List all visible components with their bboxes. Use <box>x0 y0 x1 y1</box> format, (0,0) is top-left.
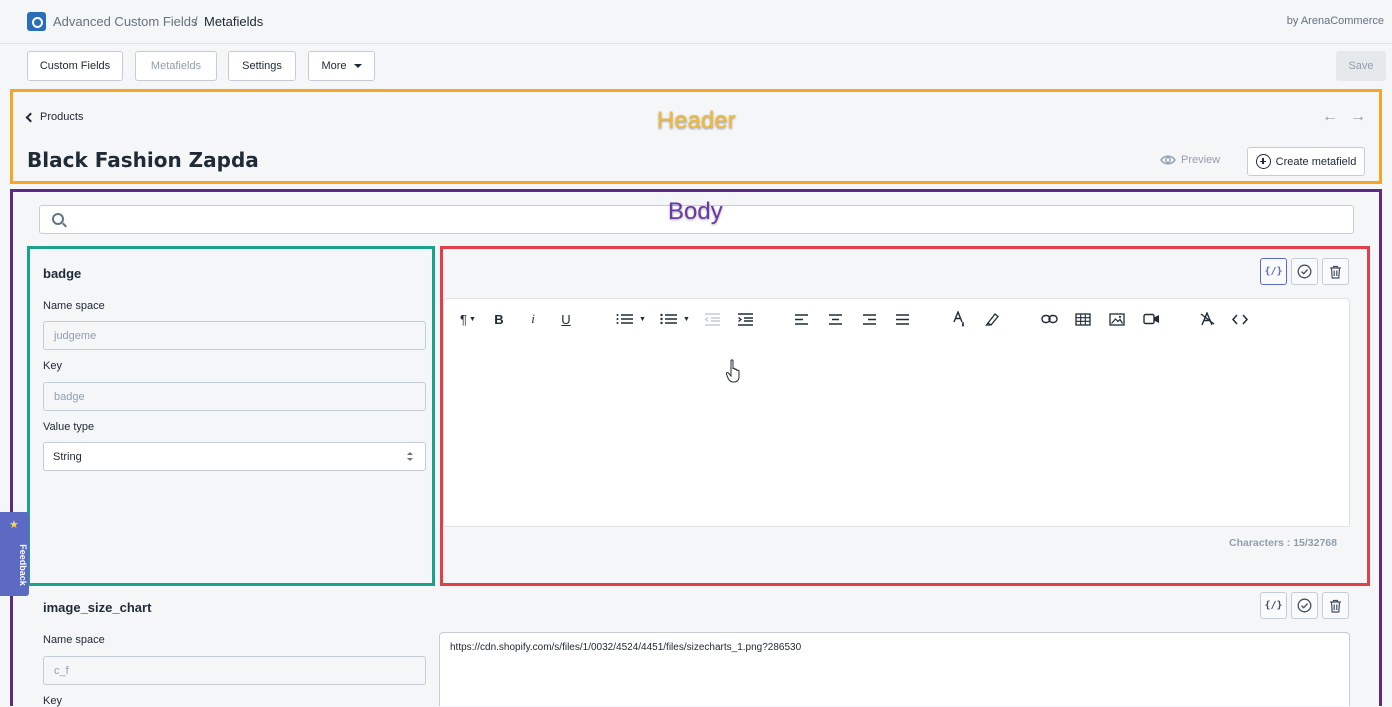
create-metafield-button[interactable]: Create metafield <box>1247 147 1365 176</box>
body-annotation-label: Body <box>668 198 723 225</box>
underline-icon[interactable]: U <box>558 310 574 328</box>
check-circle-icon[interactable] <box>1291 592 1318 619</box>
bold-icon[interactable]: B <box>491 310 507 328</box>
top-bar: Advanced Custom Fields / Metafields by A… <box>0 0 1392 44</box>
preview-label: Preview <box>1181 154 1221 166</box>
clear-formatting-icon[interactable] <box>1197 310 1217 328</box>
video-icon[interactable] <box>1141 310 1161 328</box>
settings-button[interactable]: Settings <box>228 51 296 81</box>
eye-icon <box>1160 155 1176 165</box>
table-icon[interactable] <box>1073 310 1093 328</box>
nav-bar: Custom Fields Metafields Settings More S… <box>0 44 1392 88</box>
italic-icon[interactable]: i <box>525 310 541 328</box>
value-type-value: String <box>53 450 82 463</box>
select-arrows-icon <box>407 452 413 462</box>
field-name: badge <box>43 266 82 281</box>
key-label: Key <box>43 695 62 707</box>
create-label: Create metafield <box>1275 155 1357 168</box>
namespace-label: Name space <box>43 300 105 312</box>
rich-text-editor[interactable] <box>443 298 1350 527</box>
app-logo-icon <box>27 12 46 31</box>
unordered-list-icon[interactable]: ▼ <box>657 310 693 328</box>
value-textarea[interactable]: https://cdn.shopify.com/s/files/1/0032/4… <box>439 632 1350 706</box>
trash-icon[interactable] <box>1322 258 1349 285</box>
page-title: Black Fashion Zapda <box>27 148 259 172</box>
value-type-label: Value type <box>43 421 95 433</box>
plus-circle-icon <box>1255 154 1271 169</box>
outdent-icon[interactable] <box>702 310 722 328</box>
back-to-products-link[interactable]: Products <box>25 111 84 123</box>
paragraph-format-icon[interactable]: ¶ ▼ <box>455 310 481 328</box>
key-field[interactable]: badge <box>43 382 426 411</box>
text-color-icon[interactable] <box>950 310 968 328</box>
metafields-button[interactable]: Metafields <box>135 51 217 81</box>
more-button[interactable]: More <box>308 51 375 81</box>
arrow-right-icon[interactable]: → <box>1350 108 1366 126</box>
field-info-annotation-box <box>27 246 435 586</box>
back-label: Products <box>40 111 84 123</box>
header-annotation-label: Header <box>657 107 736 134</box>
align-center-icon[interactable] <box>826 310 844 328</box>
custom-fields-button[interactable]: Custom Fields <box>27 51 123 81</box>
caret-down-icon <box>353 64 362 68</box>
preview-button[interactable]: Preview <box>1160 154 1220 166</box>
value-type-select[interactable]: String <box>43 442 426 471</box>
breadcrumb-separator: / <box>194 14 198 29</box>
ordered-list-icon[interactable]: ▼ <box>613 310 649 328</box>
align-right-icon[interactable] <box>860 310 878 328</box>
field-name: image_size_chart <box>43 600 152 615</box>
image-icon[interactable] <box>1107 310 1127 328</box>
align-justify-icon[interactable] <box>893 310 911 328</box>
trash-icon[interactable] <box>1322 592 1349 619</box>
more-label: More <box>321 60 347 72</box>
feedback-label: Feedback <box>17 544 28 586</box>
chevron-left-icon <box>25 112 36 122</box>
breadcrumb-page: Metafields <box>204 14 264 29</box>
code-view-html-icon[interactable] <box>1230 310 1250 328</box>
star-icon: ★ <box>9 519 19 531</box>
check-circle-icon[interactable] <box>1291 258 1318 285</box>
namespace-label: Name space <box>43 634 105 646</box>
link-icon[interactable] <box>1039 310 1059 328</box>
code-view-icon[interactable]: {/} <box>1260 592 1287 619</box>
byline: by ArenaCommerce <box>1286 15 1384 27</box>
key-label: Key <box>43 360 62 372</box>
indent-icon[interactable] <box>735 310 755 328</box>
namespace-field[interactable]: c_f <box>43 656 426 685</box>
save-button[interactable]: Save <box>1336 51 1386 81</box>
search-icon <box>52 213 64 225</box>
hand-cursor-icon <box>725 359 742 388</box>
feedback-tab[interactable]: ★ Feedback <box>0 512 29 596</box>
align-left-icon[interactable] <box>792 310 810 328</box>
character-count: Characters : 15/32768 <box>1229 537 1337 549</box>
code-view-icon[interactable]: {/} <box>1260 258 1287 285</box>
highlight-icon[interactable] <box>983 310 1001 328</box>
namespace-field[interactable]: judgeme <box>43 321 426 350</box>
breadcrumb-app[interactable]: Advanced Custom Fields <box>53 14 198 29</box>
arrow-left-icon[interactable]: ← <box>1322 108 1338 126</box>
